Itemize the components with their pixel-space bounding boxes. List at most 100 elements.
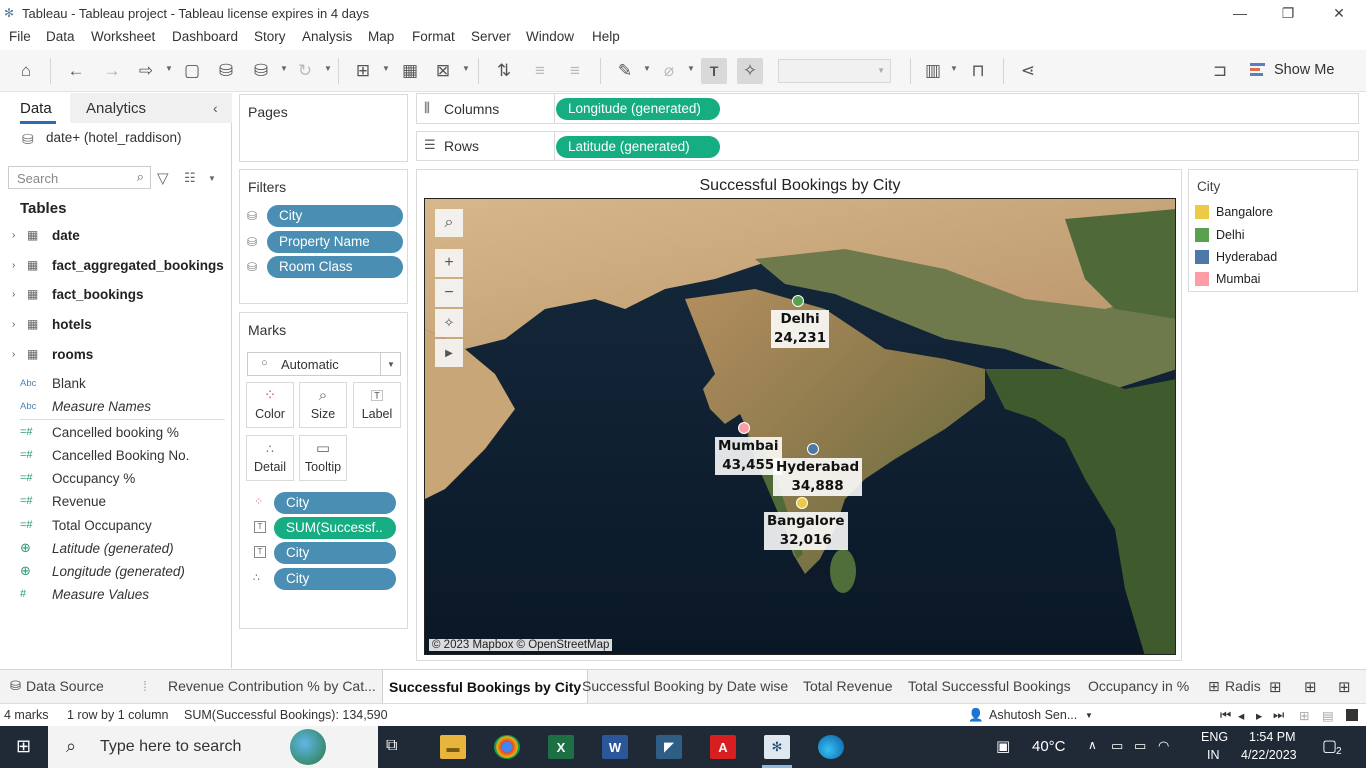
restore-button[interactable]: ❐: [1265, 2, 1311, 24]
next-sheet-icon[interactable]: ▸: [1256, 708, 1262, 723]
chevron-down-icon[interactable]: ▼: [462, 64, 470, 73]
map-point-bangalore[interactable]: [796, 497, 808, 509]
field-item[interactable]: ⊕ Latitude (generated): [20, 538, 174, 558]
prev-sheet-icon[interactable]: ◂: [1238, 708, 1244, 723]
marks-tooltip-button[interactable]: ▭ Tooltip: [299, 435, 347, 481]
sort-descending-icon[interactable]: ≡: [562, 58, 588, 84]
menu-server[interactable]: Server: [471, 29, 511, 44]
tab-sheet[interactable]: Radis: [1225, 678, 1261, 694]
clear-sheet-icon[interactable]: ⊠: [430, 58, 456, 84]
tab-data-source[interactable]: Data Source: [26, 678, 104, 694]
word-icon[interactable]: W: [602, 735, 628, 759]
chevron-down-icon[interactable]: ▼: [1085, 711, 1093, 720]
edge-icon[interactable]: [818, 735, 844, 759]
menu-story[interactable]: Story: [254, 29, 286, 44]
columns-pill-longitude[interactable]: Longitude (generated): [556, 98, 720, 120]
tableau-taskbar-icon[interactable]: ✻: [764, 735, 790, 759]
marks-pill-city-color[interactable]: City: [274, 492, 396, 514]
clock-time[interactable]: 1:54 PM: [1249, 730, 1296, 744]
excel-icon[interactable]: X: [548, 735, 574, 759]
weather-icon[interactable]: ▣: [996, 737, 1010, 755]
save-icon[interactable]: ▢: [179, 58, 205, 84]
marks-pill-city-label[interactable]: City: [274, 542, 396, 564]
field-item[interactable]: Abc Measure Names: [20, 396, 151, 416]
menu-window[interactable]: Window: [526, 29, 574, 44]
rows-pill-latitude[interactable]: Latitude (generated): [556, 136, 720, 158]
battery-icon[interactable]: ▭: [1111, 738, 1123, 754]
chevron-down-icon[interactable]: ▼: [280, 64, 288, 73]
menu-analysis[interactable]: Analysis: [302, 29, 352, 44]
map-search-icon[interactable]: ⌕: [435, 209, 463, 237]
status-user[interactable]: Ashutosh Sen...: [989, 708, 1077, 722]
refresh-icon[interactable]: ↻: [292, 58, 318, 84]
share-icon[interactable]: ⋖: [1015, 58, 1041, 84]
menu-map[interactable]: Map: [368, 29, 394, 44]
show-me-icon[interactable]: [1250, 63, 1265, 78]
map-point-delhi[interactable]: [792, 295, 804, 307]
menu-format[interactable]: Format: [412, 29, 455, 44]
show-me-button[interactable]: Show Me: [1274, 62, 1334, 78]
sheet-sorter-icon[interactable]: ⊞: [1299, 708, 1309, 723]
tabs-view-icon[interactable]: [1346, 709, 1358, 721]
tab-sheet[interactable]: Total Successful Bookings: [908, 678, 1071, 694]
field-item[interactable]: ⊕ Longitude (generated): [20, 561, 185, 581]
fit-dropdown[interactable]: ▼: [778, 59, 891, 83]
fit-view-icon[interactable]: ▥: [920, 58, 946, 84]
table-item[interactable]: › ▦ fact_aggregated_bookings: [12, 255, 224, 275]
menu-worksheet[interactable]: Worksheet: [91, 29, 155, 44]
sort-ascending-icon[interactable]: ≡: [527, 58, 553, 84]
filter-pill-property-name[interactable]: Property Name: [267, 231, 403, 253]
swap-icon[interactable]: ⇅: [491, 58, 517, 84]
zoom-out-icon[interactable]: −: [435, 279, 463, 307]
table-item[interactable]: › ▦ date: [12, 225, 80, 245]
reset-map-icon[interactable]: ✧: [435, 309, 463, 337]
temperature[interactable]: 40°C: [1032, 738, 1066, 755]
pages-card[interactable]: Pages: [239, 94, 408, 162]
wifi-icon[interactable]: ◠: [1158, 738, 1169, 754]
windows-start-icon[interactable]: ⊞: [16, 736, 31, 757]
notification-icon[interactable]: ▢: [1322, 736, 1337, 756]
highlight-icon[interactable]: ✎: [612, 58, 638, 84]
tab-sheet[interactable]: Revenue Contribution % by Cat...: [168, 678, 376, 694]
clock-date[interactable]: 4/22/2023: [1241, 748, 1297, 762]
region-indicator[interactable]: IN: [1207, 748, 1220, 762]
menu-data[interactable]: Data: [46, 29, 75, 44]
zoom-in-icon[interactable]: +: [435, 249, 463, 277]
chevron-down-icon[interactable]: ▼: [324, 64, 332, 73]
new-worksheet-icon[interactable]: ⊞: [350, 58, 376, 84]
marks-label-button[interactable]: 🅃 Label: [353, 382, 401, 428]
chevron-down-icon[interactable]: ▼: [950, 64, 958, 73]
mark-type-dropdown[interactable]: ○ Automatic ▼: [247, 352, 401, 376]
new-dashboard-tab-icon[interactable]: ⊞: [1304, 678, 1317, 696]
new-datasource-icon[interactable]: ⛁: [213, 58, 239, 84]
legend-item-delhi[interactable]: Delhi: [1195, 228, 1245, 242]
field-item[interactable]: Abc Blank: [20, 373, 86, 393]
map-point-hyderabad[interactable]: [807, 443, 819, 455]
new-story-tab-icon[interactable]: ⊞: [1338, 678, 1351, 696]
filmstrip-icon[interactable]: ▤: [1322, 708, 1334, 723]
presentation-mode-icon[interactable]: ⊓: [965, 58, 991, 84]
menu-dashboard[interactable]: Dashboard: [172, 29, 238, 44]
tab-sheet-active[interactable]: Successful Bookings by City: [382, 670, 589, 704]
redo-icon[interactable]: →: [99, 58, 125, 84]
minimize-button[interactable]: —: [1217, 2, 1263, 24]
map-view[interactable]: ⌕ + − ✧ ▶ Delhi 24,231 Mumbai 43,455 Hyder…: [424, 198, 1176, 655]
chevron-down-icon[interactable]: ▼: [165, 64, 173, 73]
table-item[interactable]: › ▦ fact_bookings: [12, 284, 144, 304]
chevron-down-icon[interactable]: ▼: [382, 64, 390, 73]
datasource-name[interactable]: date+ (hotel_raddison): [46, 130, 181, 145]
mysql-workbench-icon[interactable]: ◤: [656, 735, 682, 759]
paint-roller-icon[interactable]: ⊐: [1207, 58, 1233, 84]
swap-rows-columns-icon[interactable]: ⇨: [133, 58, 159, 84]
new-worksheet-tab-icon[interactable]: ⊞: [1269, 678, 1282, 696]
search-input[interactable]: Search ⌕: [8, 166, 151, 189]
last-sheet-icon[interactable]: ⏭: [1273, 708, 1284, 723]
tab-analytics[interactable]: Analytics: [86, 100, 146, 117]
fix-axes-icon[interactable]: ✧: [737, 58, 763, 84]
collapse-pane-icon[interactable]: ‹: [213, 100, 218, 116]
marks-pill-city-detail[interactable]: City: [274, 568, 396, 590]
filter-pill-city[interactable]: City: [267, 205, 403, 227]
chrome-icon[interactable]: [494, 735, 520, 759]
legend-item-mumbai[interactable]: Mumbai: [1195, 272, 1260, 286]
home-icon[interactable]: ⌂: [13, 58, 39, 84]
